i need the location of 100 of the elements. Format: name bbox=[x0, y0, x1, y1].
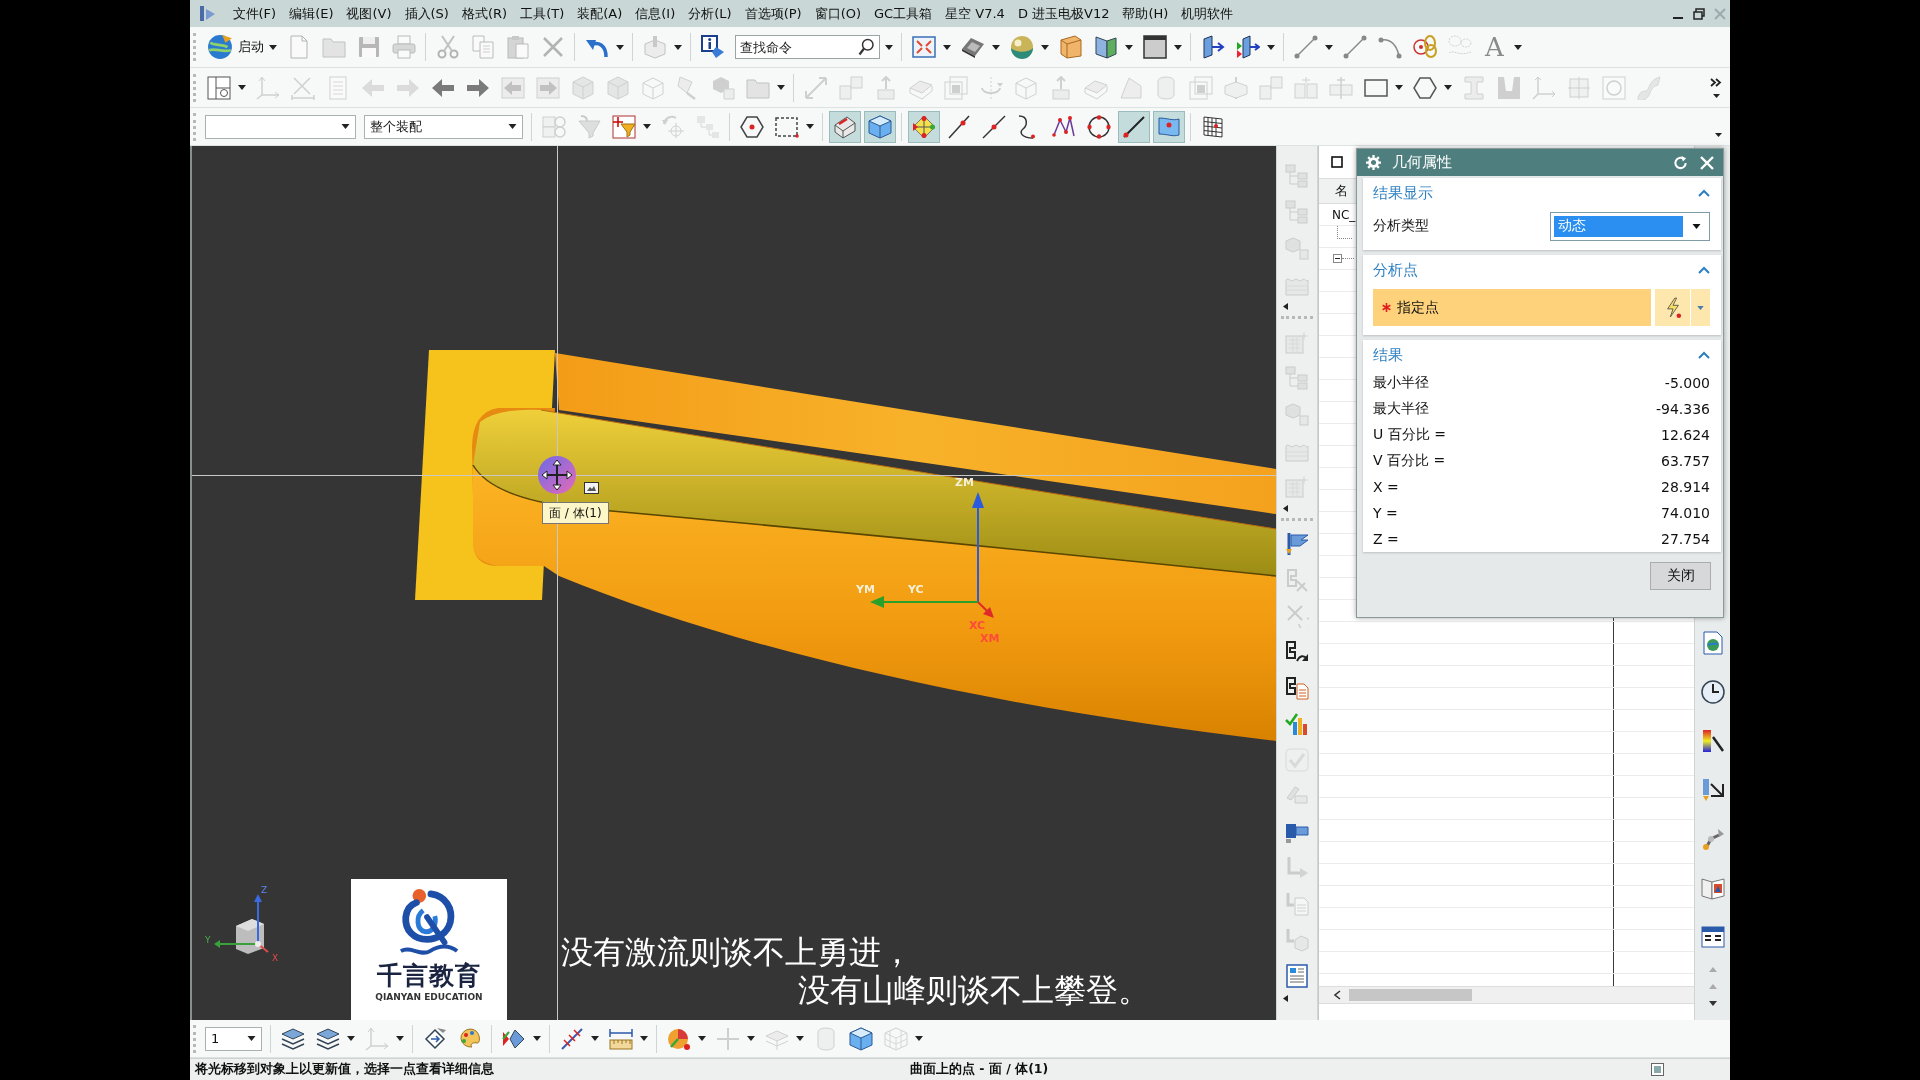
chevron-up-icon[interactable] bbox=[1698, 351, 1710, 359]
info-icon[interactable] bbox=[700, 35, 725, 59]
bracket-document-icon[interactable] bbox=[1285, 676, 1309, 700]
flag-icon[interactable] bbox=[1285, 532, 1309, 556]
menu-item[interactable]: 文件(F) bbox=[226, 4, 283, 23]
column-header[interactable]: 名 bbox=[1335, 182, 1348, 200]
reset-icon[interactable] bbox=[1673, 155, 1688, 170]
dropdown-arrow-icon[interactable] bbox=[1325, 44, 1333, 50]
window-icon[interactable] bbox=[1142, 35, 1167, 59]
polyline-points-icon[interactable] bbox=[1051, 114, 1076, 139]
hexagon-point-icon[interactable] bbox=[739, 114, 764, 139]
menu-item[interactable]: 信息(I) bbox=[628, 4, 682, 23]
menu-item[interactable]: 格式(R) bbox=[455, 4, 514, 23]
dropdown-arrow-icon[interactable] bbox=[269, 44, 277, 50]
menu-item[interactable]: 视图(V) bbox=[340, 4, 399, 23]
model-part-drawing[interactable] bbox=[415, 350, 1276, 741]
hexagon-icon[interactable] bbox=[1412, 75, 1437, 100]
solid-cube-icon[interactable] bbox=[863, 110, 896, 143]
section-title[interactable]: 分析点 bbox=[1373, 260, 1418, 280]
dropdown-arrow-icon[interactable] bbox=[533, 1036, 541, 1041]
toolbar-options-icon[interactable] bbox=[1712, 93, 1720, 98]
dialog-title-bar[interactable]: 几何属性 bbox=[1357, 149, 1723, 176]
pencil-arrow-icon[interactable] bbox=[1700, 777, 1725, 802]
dropdown-arrow-icon[interactable] bbox=[247, 1036, 256, 1041]
menu-item[interactable]: 装配(A) bbox=[570, 4, 629, 23]
dropdown-arrow-icon[interactable] bbox=[616, 44, 624, 50]
collapse-arrow-icon[interactable] bbox=[1283, 995, 1288, 1002]
dropdown-arrow-icon[interactable] bbox=[1174, 44, 1182, 50]
menu-item[interactable]: GC工具箱 bbox=[867, 4, 939, 23]
tree-node-label[interactable]: NC_ bbox=[1332, 207, 1356, 222]
circles-icon[interactable] bbox=[1412, 35, 1437, 59]
dropdown-field[interactable] bbox=[205, 114, 356, 139]
dropdown-arrow-icon[interactable] bbox=[643, 124, 651, 129]
dropdown-arrow-icon[interactable] bbox=[1125, 44, 1133, 50]
dropdown-arrow-icon[interactable] bbox=[640, 1036, 648, 1041]
start-button[interactable]: 启动 bbox=[204, 34, 267, 60]
grid-icon[interactable] bbox=[1200, 114, 1225, 139]
pie-chart-icon[interactable] bbox=[666, 1026, 691, 1051]
bracket-curve-arrow-icon[interactable] bbox=[1285, 640, 1309, 664]
dropdown-arrow-icon[interactable] bbox=[806, 124, 814, 129]
dropdown-field[interactable]: 整个装配 bbox=[364, 114, 523, 139]
view-layout-icon[interactable] bbox=[206, 75, 231, 100]
scrollbar-thumb[interactable] bbox=[1349, 989, 1472, 1001]
menu-item[interactable]: D 进玉电极V12 bbox=[1011, 4, 1116, 23]
diamond-arrow-icon[interactable] bbox=[422, 1026, 447, 1051]
section-title[interactable]: 结果显示 bbox=[1373, 183, 1433, 203]
app-logo-icon[interactable] bbox=[199, 5, 216, 22]
filter-box-icon[interactable] bbox=[611, 114, 636, 139]
menu-item[interactable]: 首选项(P) bbox=[738, 4, 809, 23]
view-triad-icon[interactable] bbox=[214, 894, 269, 954]
solid-cube-icon[interactable] bbox=[848, 1026, 873, 1051]
globe-document-icon[interactable] bbox=[1700, 630, 1725, 655]
point-type-button[interactable] bbox=[1655, 289, 1690, 326]
ruler-icon[interactable] bbox=[608, 1026, 633, 1051]
command-search-field[interactable]: 查找命令 bbox=[735, 35, 880, 59]
dropdown-arrow-icon[interactable] bbox=[508, 124, 517, 129]
search-icon[interactable] bbox=[858, 38, 876, 56]
color-gradient-icon[interactable] bbox=[1700, 728, 1725, 753]
chart-check-icon[interactable] bbox=[1285, 712, 1309, 736]
panel-arrows-icon[interactable] bbox=[1235, 35, 1260, 59]
line-end-point-icon[interactable] bbox=[946, 114, 971, 139]
clock-icon[interactable] bbox=[1700, 679, 1725, 704]
dropdown-arrow-icon[interactable] bbox=[341, 124, 350, 129]
sphere-icon[interactable] bbox=[1009, 35, 1034, 59]
line-mid-point-icon[interactable] bbox=[981, 114, 1006, 139]
dropdown-arrow-icon[interactable] bbox=[1395, 85, 1403, 90]
section-title[interactable]: 结果 bbox=[1373, 345, 1403, 365]
dropdown-arrow-icon[interactable] bbox=[1514, 44, 1522, 50]
report-page-icon[interactable] bbox=[1285, 964, 1309, 988]
snap-points-icon[interactable] bbox=[907, 110, 940, 143]
more-tools-icon[interactable] bbox=[1710, 77, 1722, 87]
table-layout-icon[interactable] bbox=[1700, 924, 1725, 949]
layers-icon[interactable] bbox=[280, 1026, 305, 1051]
palette-icon[interactable] bbox=[457, 1026, 482, 1051]
dropdown-field[interactable]: 1 bbox=[205, 1026, 262, 1051]
measure-diagonal-icon[interactable] bbox=[559, 1026, 584, 1051]
line-icon[interactable] bbox=[1342, 35, 1367, 59]
chevron-up-icon[interactable] bbox=[1698, 189, 1710, 197]
close-button[interactable]: 关闭 bbox=[1650, 562, 1711, 590]
layers-icon[interactable] bbox=[315, 1026, 340, 1051]
dropdown-arrow-icon[interactable] bbox=[992, 44, 1000, 50]
dropdown-arrow-icon[interactable] bbox=[591, 1036, 599, 1041]
shaded-box-icon[interactable] bbox=[828, 110, 861, 143]
dropdown-arrow-icon[interactable] bbox=[698, 1036, 706, 1041]
scroll-down-icon[interactable] bbox=[1708, 1001, 1717, 1006]
menu-item[interactable]: 窗口(O) bbox=[808, 4, 868, 23]
block-icon[interactable] bbox=[1058, 35, 1083, 59]
dropdown-arrow-icon[interactable] bbox=[1444, 85, 1452, 90]
status-window-icon[interactable] bbox=[1651, 1063, 1664, 1076]
settings-icon[interactable] bbox=[1366, 155, 1381, 170]
planes-icon[interactable] bbox=[1093, 35, 1118, 59]
dropdown-arrow-icon[interactable] bbox=[943, 44, 951, 50]
surface-point-icon[interactable] bbox=[1152, 110, 1185, 143]
menu-item[interactable]: 插入(S) bbox=[398, 4, 456, 23]
point-selector[interactable]: 指定点 bbox=[1373, 289, 1651, 326]
toolbar-options-icon[interactable] bbox=[1715, 133, 1722, 137]
collapse-arrow-icon[interactable] bbox=[1283, 303, 1288, 310]
dropdown-arrow-icon[interactable] bbox=[1041, 44, 1049, 50]
globe-icon[interactable] bbox=[207, 34, 233, 60]
menu-item[interactable]: 编辑(E) bbox=[282, 4, 340, 23]
